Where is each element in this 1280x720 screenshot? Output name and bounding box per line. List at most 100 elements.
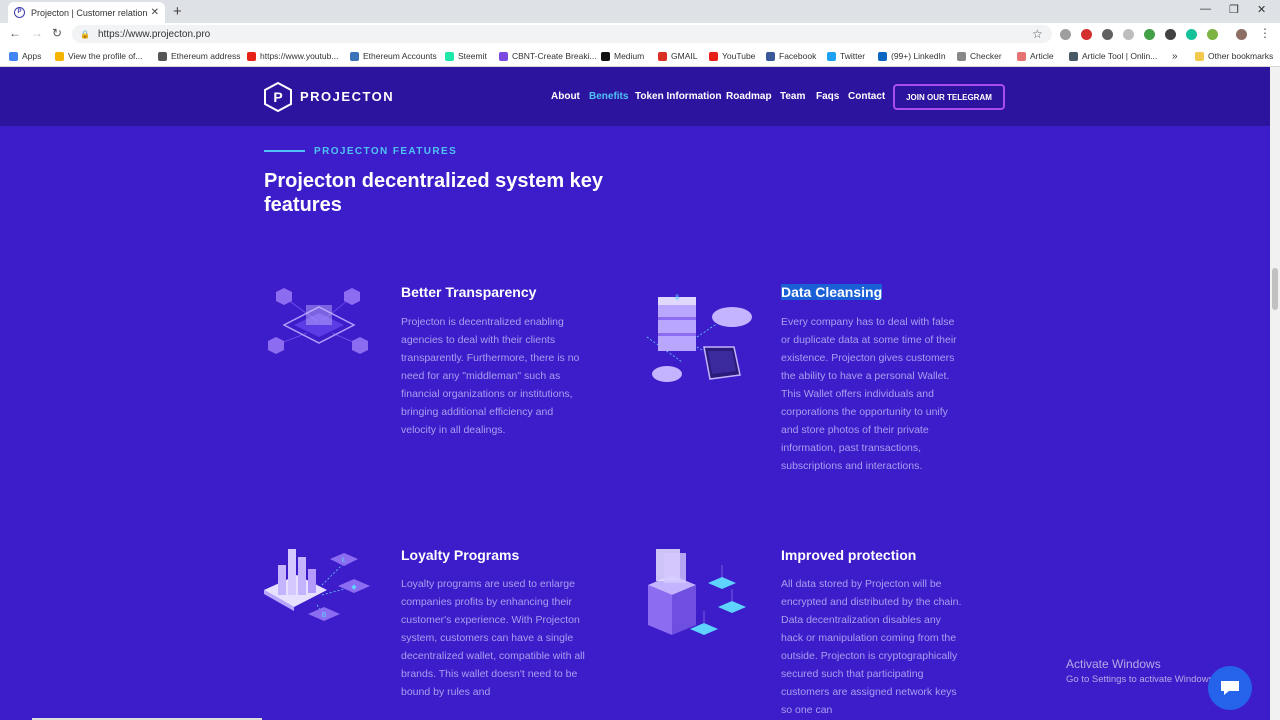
bookmark-item[interactable]: Ethereum address <box>158 51 240 61</box>
loyalty-illustration-icon: Ł B ◆ <box>264 549 370 621</box>
bookmarks-overflow-icon[interactable]: » <box>1172 51 1178 62</box>
browser-tabstrip: P Projecton | Customer relationship ✕ + … <box>0 0 1280 23</box>
back-icon[interactable]: ← <box>9 26 21 40</box>
bookmark-icon <box>601 51 610 61</box>
kicker-divider <box>264 150 305 152</box>
transparency-illustration-icon <box>268 288 368 354</box>
feature-body-improved-protection: All data stored by Projecton will be enc… <box>781 578 962 716</box>
bookmark-item[interactable]: Facebook <box>766 51 816 61</box>
reload-icon[interactable]: ↻ <box>52 26 62 40</box>
bookmark-icon <box>878 51 887 61</box>
bookmark-icon <box>827 51 836 61</box>
forward-icon[interactable]: → <box>31 26 43 40</box>
nav-contact[interactable]: Contact <box>848 91 885 102</box>
bookmark-item[interactable]: Medium <box>601 51 644 61</box>
bookmark-item[interactable]: Apps <box>9 51 41 61</box>
bookmark-icon <box>499 51 508 61</box>
bookmark-item[interactable]: CBNT-Create Breaki... <box>499 51 597 61</box>
nav-faqs[interactable]: Faqs <box>816 91 839 102</box>
bookmark-icon <box>445 51 454 61</box>
feature-body-data-cleansing: Every company has to deal with false or … <box>781 316 957 472</box>
nav-roadmap[interactable]: Roadmap <box>726 91 772 102</box>
bookmark-item[interactable]: Checker <box>957 51 1002 61</box>
bookmark-icon <box>1069 51 1078 61</box>
protection-illustration-icon <box>648 549 746 635</box>
bookmark-icon <box>766 51 775 61</box>
data-cleansing-illustration-icon: ⚘ <box>646 293 752 382</box>
restore-icon[interactable]: ❐ <box>1229 3 1239 16</box>
bookmark-item[interactable]: Article Tool | Onlin... <box>1069 51 1157 61</box>
browser-tab[interactable]: P Projecton | Customer relationship ✕ <box>8 2 165 23</box>
address-bar[interactable]: 🔒 https://www.projecton.pro <box>72 25 1052 43</box>
scrollbar-thumb[interactable] <box>1272 268 1278 310</box>
extension-icon[interactable] <box>1165 29 1176 40</box>
close-window-icon[interactable]: ✕ <box>1257 3 1266 16</box>
feature-title-data-cleansing: Data Cleansing <box>781 284 883 300</box>
feature-title-improved-protection: Improved protection <box>781 547 917 563</box>
close-tab-icon[interactable]: ✕ <box>151 7 159 18</box>
browser-toolbar: ← → ↻ 🔒 https://www.projecton.pro ☆ ⋮ <box>0 23 1280 45</box>
bookmark-item[interactable]: GMAIL <box>658 51 697 61</box>
bookmark-icon <box>158 51 167 61</box>
bookmark-icon <box>709 51 718 61</box>
section-headline: Projecton decentralized system key featu… <box>264 170 604 216</box>
chat-bubble-icon <box>1221 681 1239 695</box>
extension-icon[interactable] <box>1144 29 1155 40</box>
extension-icon[interactable] <box>1186 29 1197 40</box>
watermark-line-1: Activate Windows <box>1066 657 1161 671</box>
extension-icon[interactable] <box>1081 29 1092 40</box>
feature-title-loyalty-programs: Loyalty Programs <box>401 547 520 563</box>
bookmark-item[interactable]: View the profile of... <box>55 51 143 61</box>
nav-benefits[interactable]: Benefits <box>589 91 628 102</box>
page-scrollbar[interactable] <box>1270 67 1280 720</box>
svg-text:◆: ◆ <box>351 584 357 591</box>
feature-body-better-transparency: Projecton is decentralized enabling agen… <box>401 316 580 436</box>
feature-title-better-transparency: Better Transparency <box>401 284 537 300</box>
bookmark-item[interactable]: Twitter <box>827 51 865 61</box>
svg-text:B: B <box>322 612 327 619</box>
tab-title: Projecton | Customer relationship <box>31 7 147 18</box>
join-telegram-button[interactable]: JOIN OUR TELEGRAM <box>893 84 1005 110</box>
bookmark-icon <box>1017 51 1026 61</box>
lock-icon: 🔒 <box>80 29 90 39</box>
minimize-icon[interactable]: — <box>1200 3 1211 15</box>
bookmark-item[interactable]: Article <box>1017 51 1054 61</box>
bookmark-item[interactable]: Ethereum Accounts <box>350 51 437 61</box>
bookmark-star-icon[interactable]: ☆ <box>1032 27 1043 41</box>
menu-dots-icon[interactable]: ⋮ <box>1259 26 1271 40</box>
svg-text:Ł: Ł <box>342 557 346 564</box>
bookmark-icon <box>9 51 18 61</box>
extension-icon[interactable] <box>1102 29 1113 40</box>
bookmark-icon <box>658 51 667 61</box>
other-bookmarks[interactable]: Other bookmarks <box>1195 51 1273 61</box>
projecton-logo-icon[interactable]: P <box>264 82 292 112</box>
chat-widget-button[interactable] <box>1208 666 1252 710</box>
watermark-line-2: Go to Settings to activate Windows. <box>1066 674 1216 685</box>
extension-icon[interactable] <box>1060 29 1071 40</box>
new-tab-icon[interactable]: + <box>173 3 182 20</box>
extension-icon[interactable] <box>1123 29 1134 40</box>
feature-body-loyalty-programs: Loyalty programs are used to enlarge com… <box>401 578 585 698</box>
bookmark-icon <box>957 51 966 61</box>
windows-activation-watermark: Activate Windows Go to Settings to activ… <box>1066 657 1216 685</box>
nav-about[interactable]: About <box>551 91 580 102</box>
url-text: https://www.projecton.pro <box>97 28 211 40</box>
bookmark-item[interactable]: YouTube <box>709 51 755 61</box>
bookmark-item[interactable]: https://www.youtub... <box>247 51 338 61</box>
projecton-favicon-icon: P <box>14 7 25 18</box>
svg-text:P: P <box>273 89 282 105</box>
extension-icon[interactable] <box>1207 29 1218 40</box>
bookmark-item[interactable]: (99+) LinkedIn <box>878 51 946 61</box>
section-kicker: PROJECTON FEATURES <box>314 146 458 157</box>
bookmarks-bar: Apps View the profile of... Ethereum add… <box>0 45 1280 67</box>
folder-icon <box>1195 51 1204 61</box>
svg-text:⚘: ⚘ <box>673 293 681 303</box>
bookmark-icon <box>55 51 64 61</box>
bookmark-icon <box>247 51 256 61</box>
nav-team[interactable]: Team <box>780 91 805 102</box>
profile-avatar-icon[interactable] <box>1236 29 1247 40</box>
bookmark-item[interactable]: Steemit <box>445 51 487 61</box>
logo-text[interactable]: PROJECTON <box>300 89 394 104</box>
nav-token-information[interactable]: Token Information <box>635 91 721 102</box>
bookmark-icon <box>350 51 359 61</box>
